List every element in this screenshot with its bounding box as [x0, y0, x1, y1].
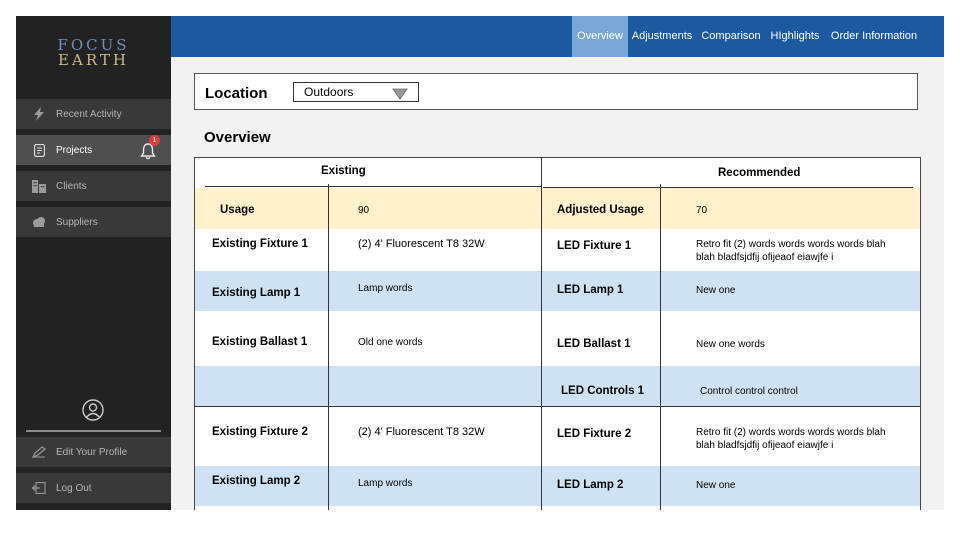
- tab-order-information[interactable]: Order Information: [829, 16, 919, 57]
- existing-fixture-1-label: Existing Fixture 1: [212, 238, 308, 250]
- sidebar-item-projects[interactable]: Projects 1: [16, 135, 171, 165]
- building-icon: [32, 179, 46, 193]
- document-icon: [32, 143, 46, 157]
- adjusted-usage-value: 70: [696, 205, 708, 216]
- triangle-down-icon: [392, 87, 408, 100]
- existing-fixture-2-label: Existing Fixture 2: [212, 426, 308, 438]
- overview-table: Existing Recommended Usage 90 Adjusted U…: [194, 157, 921, 510]
- edit-icon: [32, 445, 46, 459]
- sidebar: FOCUS EARTH Recent Activity Projects 1 C…: [16, 16, 171, 510]
- sidebar-item-label: Recent Activity: [56, 108, 122, 120]
- led-lamp-2-value: New one: [696, 480, 736, 491]
- header-underline: [205, 186, 541, 187]
- sidebar-item-clients[interactable]: Clients: [16, 171, 171, 201]
- sidebar-item-label: Log Out: [56, 482, 92, 494]
- sidebar-item-recent-activity[interactable]: Recent Activity: [16, 99, 171, 129]
- led-fixture-1-value: Retro fit (2) words words words words bl…: [696, 239, 886, 263]
- logout-icon: [32, 481, 46, 495]
- usage-label: Usage: [220, 204, 255, 216]
- led-lamp-1-label: LED Lamp 1: [557, 284, 624, 296]
- sidebar-item-label: Projects: [56, 144, 93, 156]
- group-divider: [195, 406, 920, 407]
- recommended-header: Recommended: [718, 167, 801, 179]
- adjusted-usage-label: Adjusted Usage: [557, 204, 644, 216]
- led-lamp-1-value: New one: [696, 285, 736, 296]
- tab-overview[interactable]: Overview: [572, 16, 628, 57]
- existing-lamp-2-label: Existing Lamp 2: [212, 475, 301, 487]
- sidebar-item-edit-profile[interactable]: Edit Your Profile: [16, 437, 171, 467]
- led-fixture-1-label: LED Fixture 1: [557, 240, 632, 252]
- location-panel: Location Outdoors: [194, 73, 918, 110]
- top-navigation-bar: Overview Adjustments Comparison HIghligh…: [171, 16, 944, 57]
- lightning-icon: [32, 107, 46, 121]
- sidebar-divider: [26, 430, 161, 432]
- tab-highlights[interactable]: HIghlights: [767, 16, 823, 57]
- existing-fixture-2-value: (2) 4' Fluorescent T8 32W: [358, 426, 485, 438]
- led-controls-1-value: Control control control: [700, 386, 798, 397]
- usage-value: 90: [358, 205, 370, 216]
- section-title: Overview: [204, 129, 271, 146]
- led-controls-1-label: LED Controls 1: [561, 385, 645, 397]
- column-divider: [328, 184, 329, 510]
- existing-fixture-1-value: (2) 4' Fluorescent T8 32W: [358, 238, 485, 250]
- led-ballast-1-label: LED Ballast 1: [557, 338, 631, 350]
- sidebar-item-label: Suppliers: [56, 216, 98, 228]
- focus-earth-logo[interactable]: FOCUS EARTH: [16, 38, 171, 68]
- led-lamp-2-label: LED Lamp 2: [557, 479, 624, 491]
- existing-lamp-1-label: Existing Lamp 1: [212, 287, 301, 299]
- column-divider: [541, 158, 542, 510]
- header-underline: [543, 187, 913, 188]
- existing-ballast-1-label: Existing Ballast 1: [212, 336, 308, 348]
- existing-ballast-1-value: Old one words: [358, 337, 423, 348]
- cloud-icon: [32, 215, 46, 229]
- sidebar-item-label: Clients: [56, 180, 87, 192]
- sidebar-item-suppliers[interactable]: Suppliers: [16, 207, 171, 237]
- column-divider: [660, 184, 661, 510]
- tab-adjustments[interactable]: Adjustments: [630, 16, 694, 57]
- location-dropdown[interactable]: Outdoors: [293, 82, 419, 102]
- existing-header: Existing: [321, 165, 366, 177]
- location-dropdown-value: Outdoors: [304, 85, 354, 99]
- notification-badge: 1: [149, 135, 160, 146]
- sidebar-item-label: Edit Your Profile: [56, 446, 128, 458]
- user-avatar-icon[interactable]: [82, 399, 104, 421]
- led-fixture-2-label: LED Fixture 2: [557, 428, 632, 440]
- location-label: Location: [205, 85, 268, 102]
- tab-comparison[interactable]: Comparison: [699, 16, 763, 57]
- existing-lamp-1-value: Lamp words: [358, 283, 413, 294]
- led-fixture-2-value: Retro fit (2) words words words words bl…: [696, 427, 886, 451]
- led-ballast-1-value: New one words: [696, 339, 765, 350]
- sidebar-item-log-out[interactable]: Log Out: [16, 473, 171, 503]
- row-band: [195, 366, 920, 406]
- existing-lamp-2-value: Lamp words: [358, 478, 413, 489]
